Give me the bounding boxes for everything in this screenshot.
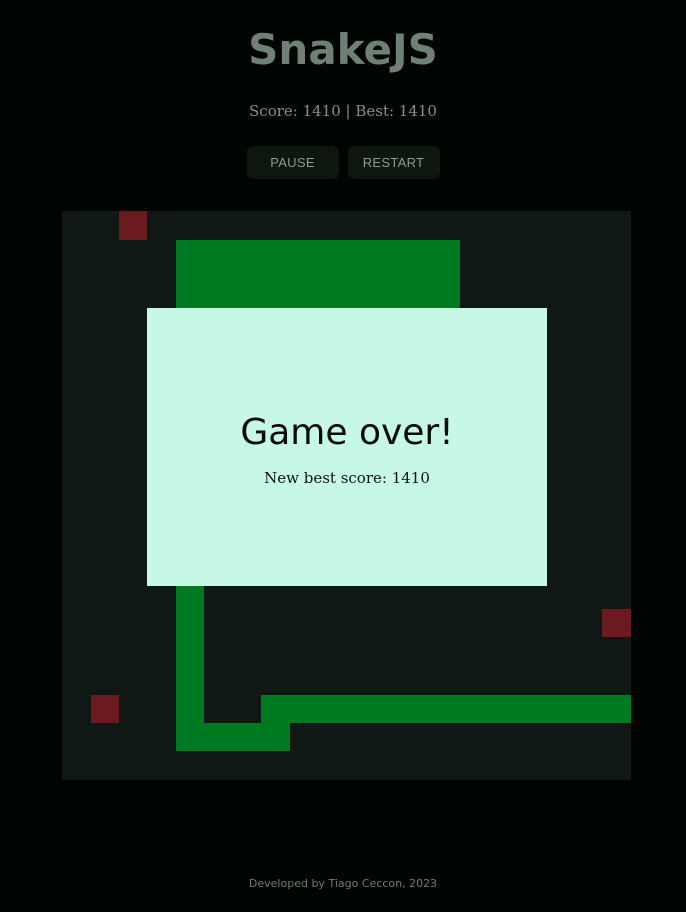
- snake-segment: [176, 723, 290, 751]
- snake-segment: [176, 240, 460, 308]
- best-score-message: New best score: 1410: [264, 469, 430, 487]
- game-over-title: Game over!: [240, 412, 454, 453]
- snake-segment: [261, 695, 631, 723]
- food-item: [91, 695, 119, 723]
- game-title: SnakeJS: [248, 25, 438, 74]
- food-item: [602, 609, 631, 637]
- game-controls: PAUSE RESTART: [0, 146, 686, 179]
- pause-button[interactable]: PAUSE: [246, 146, 339, 179]
- restart-button[interactable]: RESTART: [347, 146, 440, 179]
- food-item: [119, 211, 147, 240]
- footer-credit: Developed by Tiago Ceccon, 2023: [248, 877, 438, 890]
- snake-game-page: SnakeJS Score: 1410 | Best: 1410 PAUSE R…: [0, 0, 686, 912]
- score-display: Score: 1410 | Best: 1410: [249, 102, 437, 120]
- game-over-dialog: Game over! New best score: 1410: [147, 308, 547, 586]
